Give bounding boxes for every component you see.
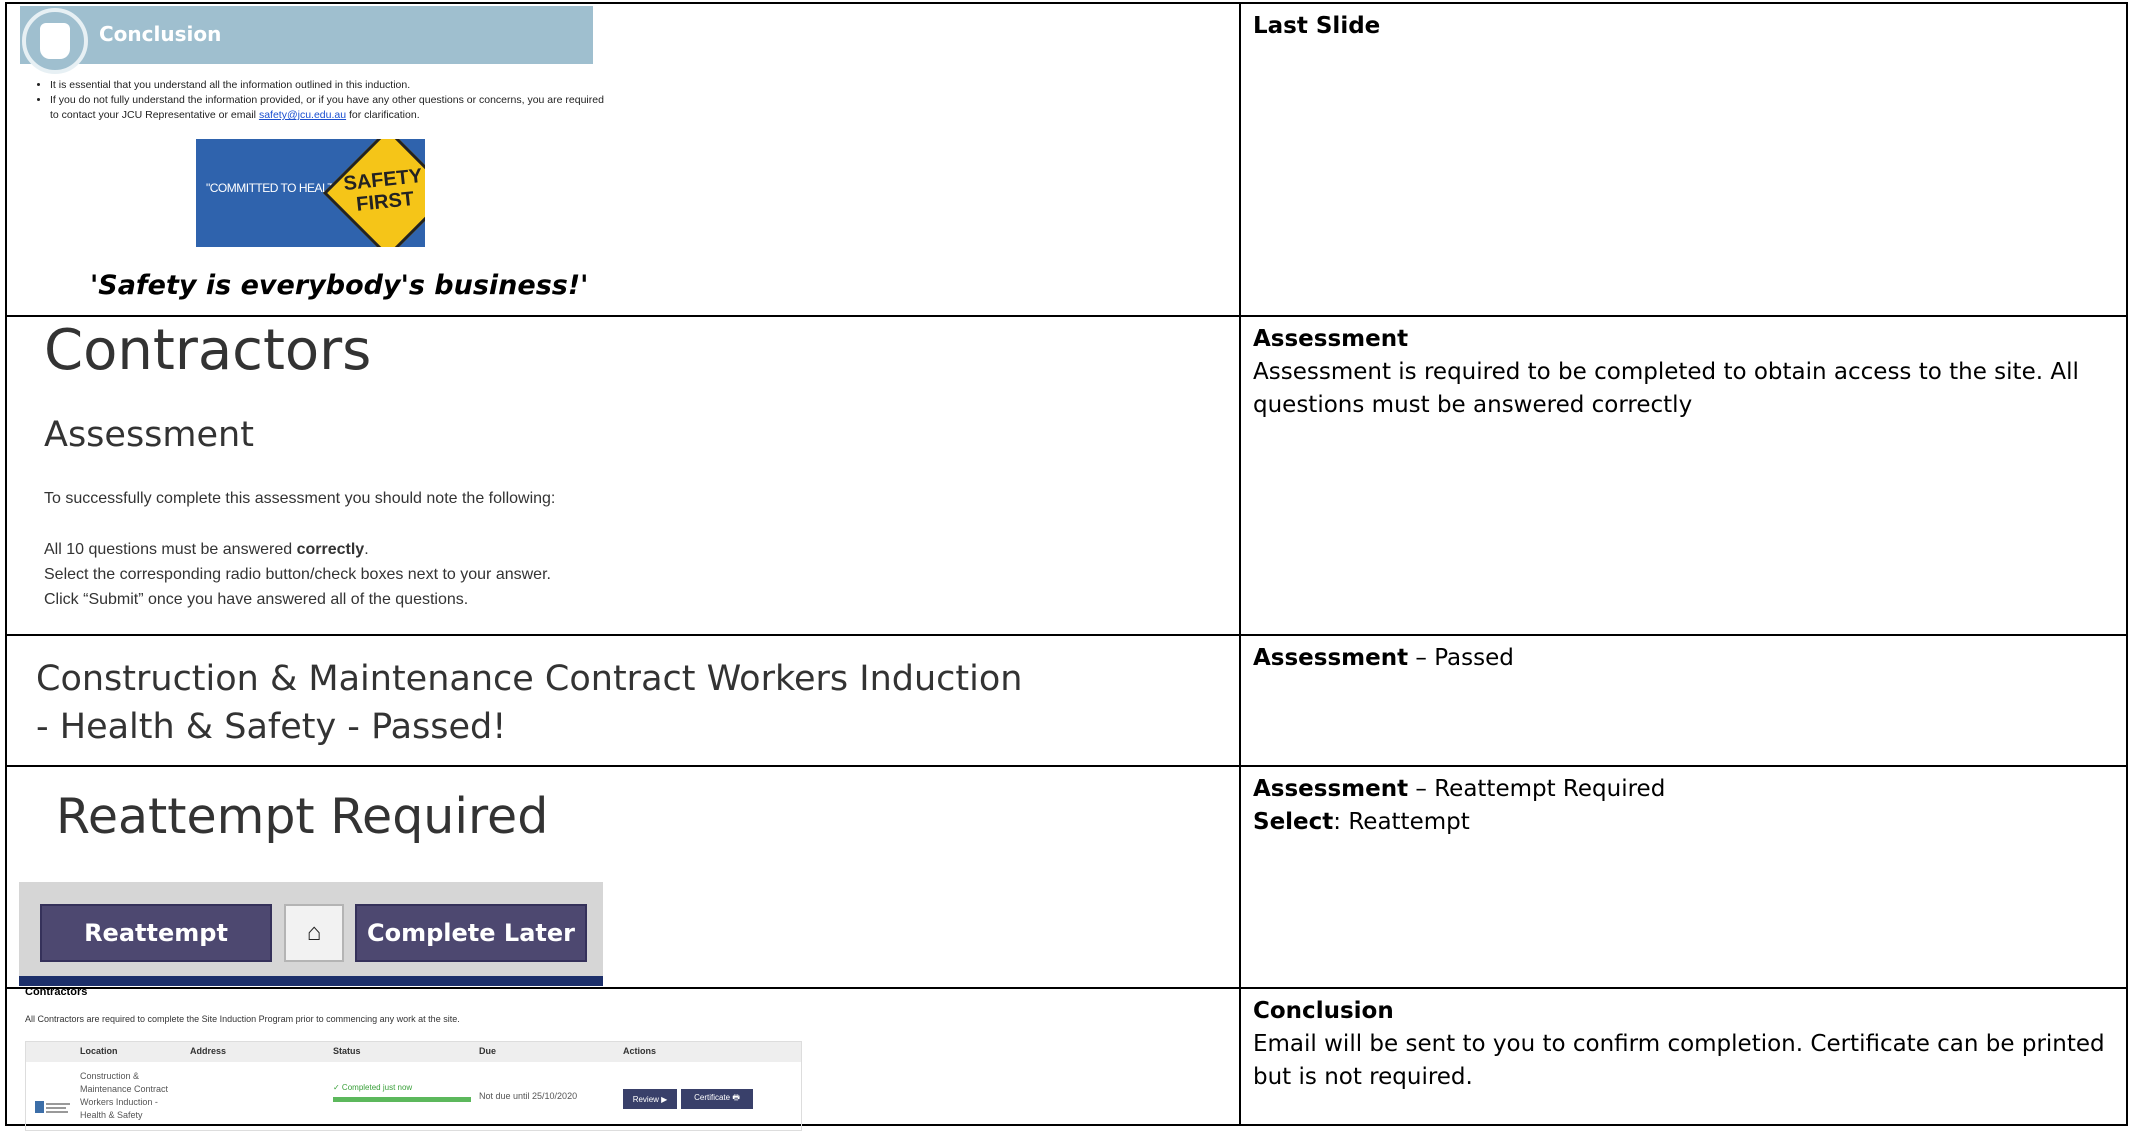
note-cell: Assessment – Passed	[1239, 634, 2128, 767]
select-label: Select	[1253, 809, 1334, 835]
note-title: Conclusion	[1253, 998, 1394, 1024]
status-badge: ✓ Completed just now	[333, 1083, 413, 1092]
contractors-subtext: All Contractors are required to complete…	[25, 1014, 460, 1024]
footer-strip	[19, 976, 603, 986]
safety-first-image: "COMMITTED TO HEALTH & SAFETY" SAFETY FI…	[196, 139, 425, 247]
column-header: Location	[80, 1046, 118, 1056]
note-title: Assessment	[1253, 776, 1409, 802]
passed-title: Construction & Maintenance Contract Work…	[36, 659, 1023, 747]
note-cell: Conclusion Email will be sent to you to …	[1239, 987, 2128, 1126]
home-icon[interactable]: ⌂	[284, 904, 344, 962]
table-cell-due: Not due until 25/10/2020	[479, 1091, 578, 1101]
column-header: Actions	[623, 1046, 657, 1056]
note-body: Email will be sent to you to confirm com…	[1253, 1031, 2105, 1090]
list-item: If you do not fully understand the infor…	[50, 93, 610, 123]
contractors-table: Location Address Status Due Actions Cons…	[25, 1041, 802, 1131]
table-header	[26, 1042, 801, 1062]
assessment-rule-1: All 10 questions must be answered correc…	[44, 541, 369, 558]
reattempt-button[interactable]: Reattempt	[40, 904, 272, 962]
assessment-rule-2: Select the corresponding radio button/ch…	[44, 566, 551, 583]
assessment-intro: To successfully complete this assessment…	[44, 490, 556, 507]
note-title: Last Slide	[1253, 13, 1381, 39]
safety-email-link[interactable]: safety@jcu.edu.au	[259, 109, 346, 121]
select-value: : Reattempt	[1333, 809, 1470, 835]
note-title: Assessment	[1253, 326, 1409, 352]
note-suffix: – Passed	[1408, 645, 1514, 671]
column-header: Status	[333, 1046, 361, 1056]
column-header: Address	[190, 1046, 227, 1056]
note-cell: Assessment – Reattempt Required Select: …	[1239, 765, 2128, 989]
reattempt-title: Reattempt Required	[56, 788, 549, 845]
safety-sign-text: SAFETY FIRST	[342, 164, 424, 216]
assessment-rule-3: Click “Submit” once you have answered al…	[44, 591, 469, 608]
certificate-button[interactable]: Certificate 🖶	[681, 1089, 753, 1109]
complete-later-button[interactable]: Complete Later	[355, 904, 587, 962]
note-title: Assessment	[1253, 645, 1409, 671]
scroll-icon	[22, 8, 88, 74]
assessment-heading: Assessment	[44, 415, 254, 455]
table-cell-location: Construction & Maintenance Contract Work…	[80, 1071, 169, 1120]
conclusion-bullets: It is essential that you understand all …	[38, 78, 610, 123]
contractors-heading: Contractors	[25, 986, 88, 998]
list-item: It is essential that you understand all …	[50, 78, 610, 93]
note-suffix: – Reattempt Required	[1408, 776, 1666, 802]
progress-bar	[333, 1097, 471, 1102]
note-body: Assessment is required to be completed t…	[1253, 359, 2079, 418]
safety-slogan: 'Safety is everybody's business!'	[90, 270, 589, 301]
column-header: Due	[479, 1046, 497, 1056]
university-logo-icon	[35, 1101, 70, 1113]
page-title: Contractors	[44, 318, 372, 383]
note-cell: Assessment Assessment is required to be …	[1239, 315, 2128, 636]
note-cell: Last Slide	[1239, 2, 2128, 317]
review-button[interactable]: Review ▶	[623, 1089, 677, 1109]
conclusion-banner-title: Conclusion	[99, 22, 222, 46]
